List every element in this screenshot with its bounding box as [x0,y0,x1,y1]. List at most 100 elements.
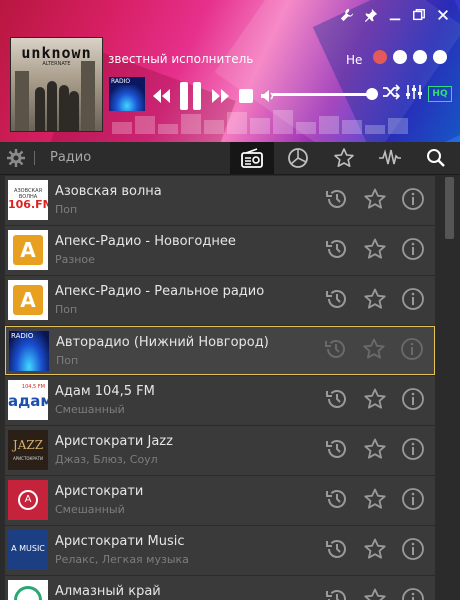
station-list: АЗОВСКАЯ ВОЛНА106.FM Азовская волна Поп A Ап… [0,175,440,600]
favorite-star-icon[interactable] [362,337,386,365]
minimize-icon[interactable] [386,6,404,24]
scrollbar[interactable] [440,175,460,600]
station-row[interactable]: A Аристократи Смешанный [5,476,435,525]
history-icon[interactable] [325,487,349,515]
station-name: Авторадио (Нижний Новгород) [56,335,269,350]
restore-icon[interactable] [410,6,428,24]
station-actions [325,426,435,475]
station-row[interactable]: A Апекс-Радио - Новогоднее Разное [5,226,435,275]
share-icon[interactable] [433,50,447,64]
gear-icon[interactable] [6,148,26,172]
station-logo: A [8,280,48,320]
previous-icon[interactable] [150,85,172,107]
favorite-star-icon[interactable] [363,437,387,465]
station-actions [325,226,435,275]
station-genre: Поп [55,203,78,216]
station-row[interactable]: A MUSIC Аристократи Music Релакс, Легкая м… [5,526,435,575]
station-actions [325,476,435,525]
station-actions [325,526,435,575]
station-row[interactable]: Алмазный край [5,576,435,600]
browser-icon[interactable] [413,50,427,64]
history-icon[interactable] [325,537,349,565]
volume-knob[interactable] [366,88,378,100]
history-icon[interactable] [325,287,349,315]
station-name: Апекс-Радио - Реальное радио [55,284,265,299]
station-logo: АЗОВСКАЯ ВОЛНА106.FM [8,180,48,220]
wrench-icon[interactable] [338,6,356,24]
station-logo: 104,5 FM адам [8,380,48,420]
equalizer-icon[interactable] [405,84,423,104]
close-icon[interactable] [434,6,452,24]
station-name: Апекс-Радио - Новогоднее [55,234,236,249]
station-genre: Релакс, Легкая музыка [55,553,189,566]
favorite-star-icon[interactable] [363,487,387,515]
pin-icon[interactable] [362,6,380,24]
station-logo [8,580,48,600]
playback-controls [150,81,276,111]
station-name: Азовская волна [55,184,162,199]
history-icon[interactable] [325,237,349,265]
favorite-star-icon[interactable] [363,287,387,315]
toolbar: Радио [0,142,460,175]
station-row[interactable]: RADIO Авторадио (Нижний Новгород) Поп [5,326,435,375]
scrollbar-thumb[interactable] [445,177,454,239]
service-label: Не [346,53,363,67]
section-title: Радио [50,150,92,165]
station-actions [325,276,435,325]
station-row[interactable]: АЗОВСКАЯ ВОЛНА106.FM Азовская волна Поп [5,176,435,225]
info-icon[interactable] [401,387,425,415]
station-logo: A [8,480,48,520]
info-icon[interactable] [401,537,425,565]
station-thumbnail: RADIO [109,77,145,111]
tab-radio[interactable] [230,142,274,174]
album-subtitle: ALTERNATE [42,61,71,67]
station-name: Аристократи Music [55,534,185,549]
vk-icon[interactable] [393,50,407,64]
window-controls [338,6,452,24]
info-icon[interactable] [401,487,425,515]
pause-icon[interactable] [178,81,204,111]
info-icon[interactable] [401,587,425,600]
station-row[interactable]: JAZZ АРИСТОКРАТИ Аристократи Jazz Джаз, Блю… [5,426,435,475]
star-icon [334,148,354,167]
stop-icon[interactable] [238,88,254,104]
tab-recognize[interactable] [368,142,412,174]
history-icon[interactable] [325,587,349,600]
favorite-star-icon[interactable] [363,187,387,215]
favorite-star-icon[interactable] [363,537,387,565]
hq-toggle[interactable]: HQ [428,86,452,102]
station-genre: Джаз, Блюз, Соул [55,453,158,466]
waveform-icon [379,149,401,165]
volume-icon[interactable] [260,88,276,104]
station-genre: Смешанный [55,503,125,516]
favorite-star-icon[interactable] [363,387,387,415]
radio-icon [241,148,263,168]
info-icon[interactable] [401,237,425,265]
station-genre: Поп [56,354,79,367]
history-icon[interactable] [325,187,349,215]
station-row[interactable]: 104,5 FM адам Адам 104,5 FM Смешанный [5,376,435,425]
tab-favorites[interactable] [322,142,366,174]
info-icon[interactable] [401,287,425,315]
favorite-star-icon[interactable] [363,587,387,600]
station-genre: Смешанный [55,403,125,416]
info-icon[interactable] [400,337,424,365]
station-logo: A [8,230,48,270]
favorite-star-icon[interactable] [363,237,387,265]
tab-genres[interactable] [276,142,320,174]
station-row[interactable]: A Апекс-Радио - Реальное радио Поп [5,276,435,325]
history-icon[interactable] [324,337,348,365]
history-icon[interactable] [325,437,349,465]
station-name: Адам 104,5 FM [55,384,155,399]
next-icon[interactable] [210,85,232,107]
history-icon[interactable] [325,387,349,415]
info-icon[interactable] [401,187,425,215]
search-icon [427,149,445,167]
station-actions [325,176,435,225]
station-genre: Разное [55,253,95,266]
shuffle-icon[interactable] [382,84,401,104]
info-icon[interactable] [401,437,425,465]
record-icon[interactable] [373,50,387,64]
tab-search[interactable] [414,142,458,174]
volume-slider[interactable] [272,88,378,100]
